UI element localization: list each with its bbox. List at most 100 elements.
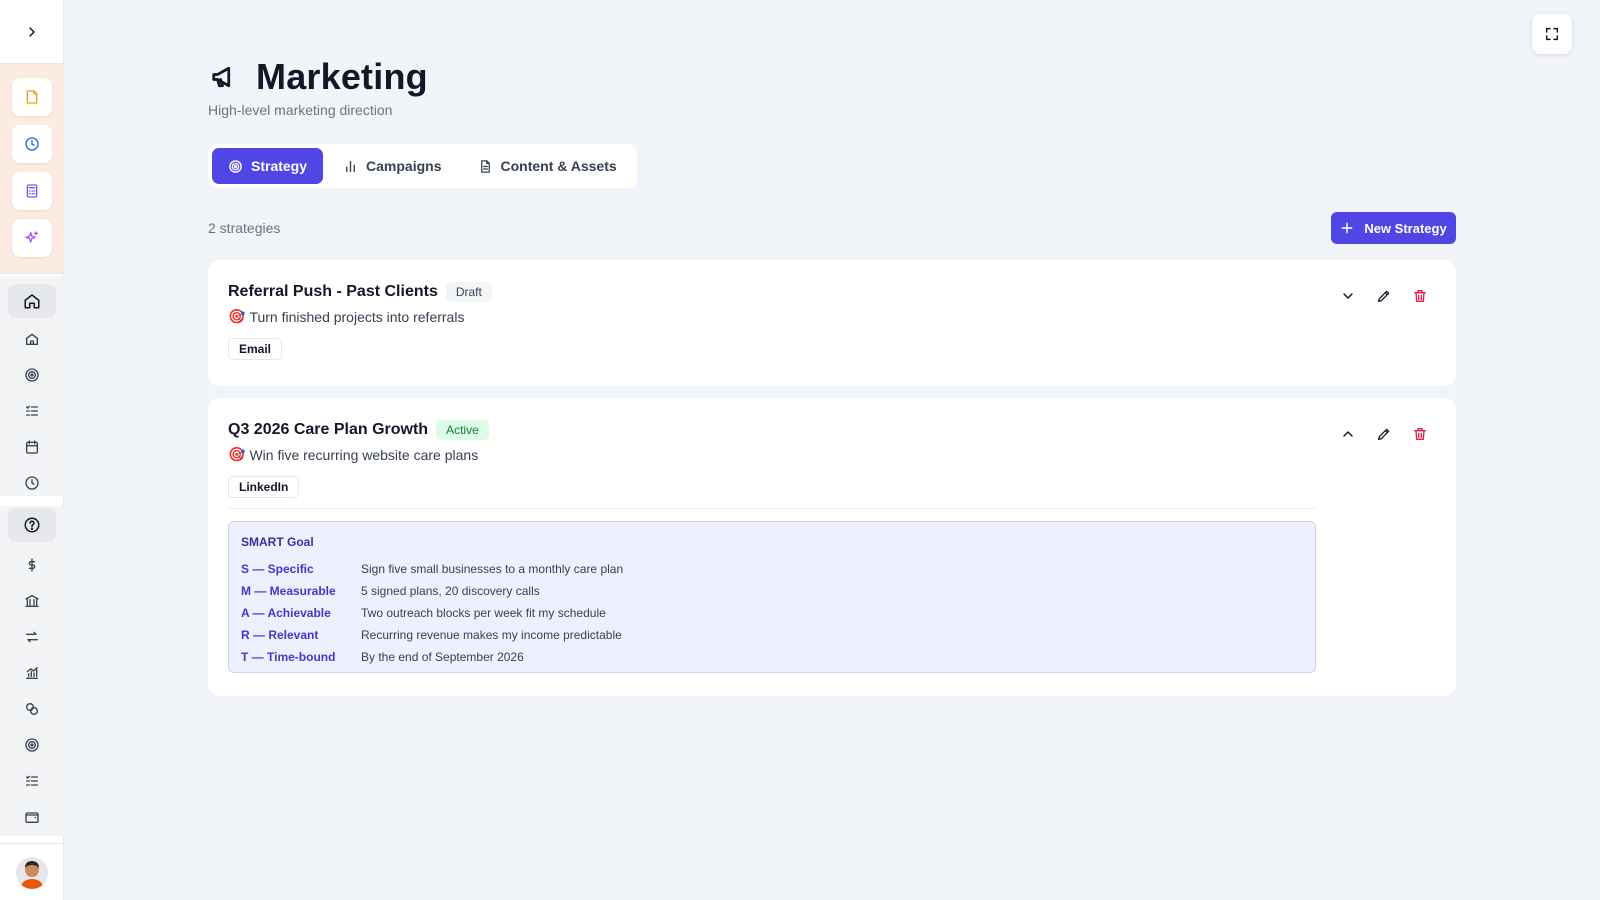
nav-help[interactable] [8, 508, 56, 542]
app-notes-button[interactable] [12, 78, 52, 116]
card-divider [228, 508, 1316, 509]
smart-key: M — Measurable [241, 584, 336, 598]
nav-home[interactable] [8, 322, 56, 356]
sparkle-icon [25, 231, 38, 243]
smart-value: Recurring revenue makes my income predic… [361, 628, 622, 642]
checklist-icon [26, 775, 38, 786]
tab-content-assets[interactable]: Content & Assets [462, 148, 633, 184]
nav-goals[interactable] [8, 358, 56, 392]
goal-text: Turn finished projects into referrals [249, 308, 465, 325]
smart-row: T — Time-bound By the end of September 2… [241, 646, 1303, 668]
strategy-card: Q3 2026 Care Plan Growth Active 🎯 Win fi… [208, 398, 1456, 696]
calculator-icon [26, 184, 38, 198]
bank-icon [25, 594, 39, 607]
goal-text: Win five recurring website care plans [249, 446, 479, 463]
card-actions [1338, 286, 1430, 306]
nav-calendar[interactable] [8, 430, 56, 464]
card-actions [1338, 424, 1430, 444]
tab-campaigns[interactable]: Campaigns [327, 148, 457, 184]
pencil-icon [1378, 290, 1390, 302]
page-header: Marketing High-level marketing direction [208, 56, 428, 118]
dollar-icon [28, 558, 36, 572]
app-calculator-button[interactable] [12, 172, 52, 210]
delete-button[interactable] [1410, 286, 1430, 306]
pencil-icon [1378, 428, 1390, 440]
megaphone-icon [212, 66, 231, 88]
collapse-button[interactable] [1338, 424, 1358, 444]
plus-icon [1341, 222, 1353, 234]
app-timer-button[interactable] [12, 125, 52, 163]
nav-bank[interactable] [8, 584, 56, 618]
page-subtitle: High-level marketing direction [208, 102, 393, 118]
delete-button[interactable] [1410, 424, 1430, 444]
nav-wallet[interactable] [8, 800, 56, 834]
strategy-card: Referral Push - Past Clients Draft 🎯 Tur… [208, 260, 1456, 386]
user-avatar[interactable] [16, 857, 48, 889]
chevron-up-icon [1343, 431, 1353, 437]
coins-icon [26, 703, 38, 715]
sidebar-divider [0, 843, 64, 844]
fullscreen-button[interactable] [1532, 14, 1572, 54]
nav-money[interactable] [8, 548, 56, 582]
target-emoji-icon: 🎯 [228, 446, 246, 462]
chevron-down-icon [1343, 293, 1353, 299]
clock-icon [25, 476, 39, 490]
smart-row: A — Achievable Two outreach blocks per w… [241, 602, 1303, 624]
tab-label: Content & Assets [500, 158, 617, 174]
smart-value: Two outreach blocks per week fit my sche… [361, 606, 606, 620]
trash-icon [1414, 290, 1426, 302]
smart-key: R — Relevant [241, 628, 319, 642]
target-icon [25, 368, 39, 382]
nav-targets[interactable] [8, 728, 56, 762]
edit-button[interactable] [1374, 424, 1394, 444]
checklist-icon [26, 405, 38, 416]
smart-value: 5 signed plans, 20 discovery calls [361, 584, 540, 598]
nav-history[interactable] [8, 466, 56, 500]
trash-icon [1414, 428, 1426, 440]
new-strategy-button[interactable]: New Strategy [1331, 212, 1456, 244]
smart-goal-title: SMART Goal [241, 535, 314, 549]
wallet-icon [25, 812, 39, 823]
target-emoji-icon: 🎯 [228, 308, 246, 324]
page-title: Marketing [256, 56, 428, 97]
tab-strategy[interactable]: Strategy [212, 148, 324, 184]
strategy-goal: 🎯 Win five recurring website care plans [228, 446, 478, 463]
nav-tasks[interactable] [8, 394, 56, 428]
smart-key: T — Time-bound [241, 650, 336, 664]
strategy-title: Q3 2026 Care Plan Growth [228, 421, 429, 438]
nav-checklist[interactable] [8, 764, 56, 798]
fullscreen-icon [1545, 27, 1559, 41]
smart-row: S — Specific Sign five small businesses … [241, 558, 1303, 580]
smart-row: R — Relevant Recurring revenue makes my … [241, 624, 1303, 646]
sidebar-toggle-button[interactable] [0, 0, 64, 64]
edit-button[interactable] [1374, 286, 1394, 306]
target-icon [25, 738, 39, 752]
strategy-title: Referral Push - Past Clients [228, 283, 438, 300]
calendar-icon [26, 440, 38, 454]
target-icon [229, 159, 242, 173]
status-badge: Draft [445, 282, 492, 302]
app-ai-button[interactable] [12, 219, 52, 257]
house-icon [26, 333, 38, 345]
nav-coins[interactable] [8, 692, 56, 726]
smart-row: M — Measurable 5 signed plans, 20 discov… [241, 580, 1303, 602]
transfer-icon [26, 631, 38, 643]
sidebar [0, 0, 64, 900]
strategy-count: 2 strategies [208, 220, 281, 236]
apps-panel [0, 64, 64, 274]
tab-bar: Strategy Campaigns Content & Assets [208, 144, 637, 188]
help-icon [24, 517, 40, 533]
smart-value: By the end of September 2026 [361, 650, 524, 664]
status-badge: Active [436, 420, 489, 440]
nav-reports[interactable] [8, 656, 56, 690]
smart-key: A — Achievable [241, 606, 331, 620]
smart-goal-panel: SMART Goal S — Specific Sign five small … [228, 521, 1316, 673]
smart-key: S — Specific [241, 562, 314, 576]
document-icon [480, 159, 490, 173]
nav-dashboard[interactable] [8, 284, 56, 318]
expand-button[interactable] [1338, 286, 1358, 306]
tab-label: Campaigns [366, 158, 442, 174]
nav-transfers[interactable] [8, 620, 56, 654]
chevron-right-icon [29, 26, 35, 37]
channel-chip: LinkedIn [228, 476, 300, 498]
